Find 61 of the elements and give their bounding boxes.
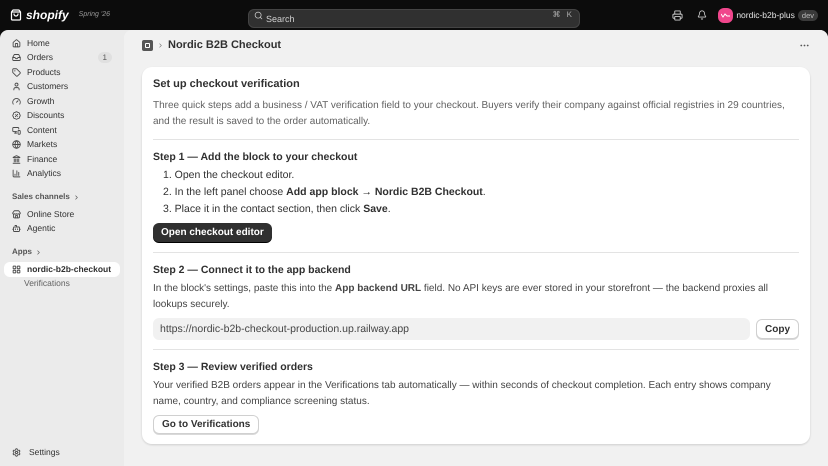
sidebar-item[interactable]: Online Store [4,207,120,222]
sidebar-item[interactable]: Content [4,123,120,138]
sidebar-item[interactable]: Settings [4,446,120,460]
bar-chart-icon [12,169,21,178]
step-title: Step 1 — Add the block to your checkout [153,150,358,165]
sidebar-item[interactable]: Agentic [4,222,120,236]
tag-icon [12,68,21,77]
sidebar-item[interactable]: Home [4,36,120,50]
logo-text: shopify [26,7,69,24]
gauge-icon [12,96,21,106]
url-field[interactable]: https://nordic-b2b-checkout-production.up.railway.app [153,318,750,340]
sidebar-item[interactable]: Customers [4,80,120,94]
step-instruction: 3. Place it in the contact section, then click Save. [163,202,392,217]
step-description: In the block's settings, paste this into the App backend URL field. No API keys are ever stored in your storefront — the backend proxies all lookups securely. [153,282,769,312]
shortcut-key: K [564,8,574,20]
step-description: Your verified B2B orders appear in the Verifications tab automatically — within seconds of checkout completion. Each entry shows company name, country, and compliance screening status. [153,379,772,409]
intro-paragraph: Three quick steps add a business / VAT verification field to your checkout. Buyers verify their company against official registries in 29 countries, and the result is saved to the order automatically. [153,99,786,129]
wave-icon [721,12,730,18]
card-title: Set up checkout verification [153,77,301,92]
sidebar-item[interactable]: nordic-b2b-checkout [4,262,120,276]
sidebar-item[interactable]: Finance [4,152,120,166]
settings-icon [12,448,21,458]
sidebar-item[interactable]: Analytics [4,166,120,181]
store-name[interactable]: nordic-b2b-plus [736,8,795,22]
action-button[interactable]: Open checkout editor [153,223,272,242]
app-icon [142,40,153,50]
chevron-icon [35,248,42,256]
action-button[interactable]: Go to Verifications [153,415,260,434]
shortcut-key: ⌘ [550,8,563,20]
house-icon [12,38,21,48]
sidebar-item[interactable]: Discounts [4,108,120,123]
sidebar-item[interactable]: Orders 1 [4,50,120,65]
robot-icon [12,224,21,234]
percent-badge-icon [12,111,21,120]
sidebar-item[interactable]: Markets [4,138,120,152]
printer-icon[interactable] [672,10,684,20]
store-avatar[interactable] [718,8,734,22]
sidebar-item[interactable]: Products [4,65,120,80]
search-icon [254,10,263,20]
bell-icon[interactable] [697,10,708,20]
count-badge: 1 [98,52,112,64]
chevron-icon [72,194,80,200]
step-title: Step 3 — Review verified orders [153,360,314,375]
bank-icon [12,154,21,164]
section-heading[interactable]: Sales channels [12,191,70,203]
store-icon [12,210,21,219]
chevron-icon [157,42,164,48]
page-title: Nordic B2B Checkout [168,38,282,53]
sidebar-subitem[interactable]: Verifications [4,276,120,291]
shopping-bag-icon [10,9,22,21]
copy-button[interactable]: Copy [756,319,799,339]
globe-icon [12,140,21,150]
step-instruction: 2. In the left panel choose Add app block → Nordic B2B Checkout. [163,185,487,200]
sidebar-item[interactable]: Growth [4,94,120,108]
app-grid-icon [12,264,21,274]
monitor-icon [12,126,21,135]
inbox-icon [12,53,21,62]
section-heading[interactable]: Apps [12,246,32,258]
person-icon [12,82,21,92]
step-title: Step 2 — Connect it to the app backend [153,263,352,278]
step-instruction: 1. Open the checkout editor. [163,168,296,183]
